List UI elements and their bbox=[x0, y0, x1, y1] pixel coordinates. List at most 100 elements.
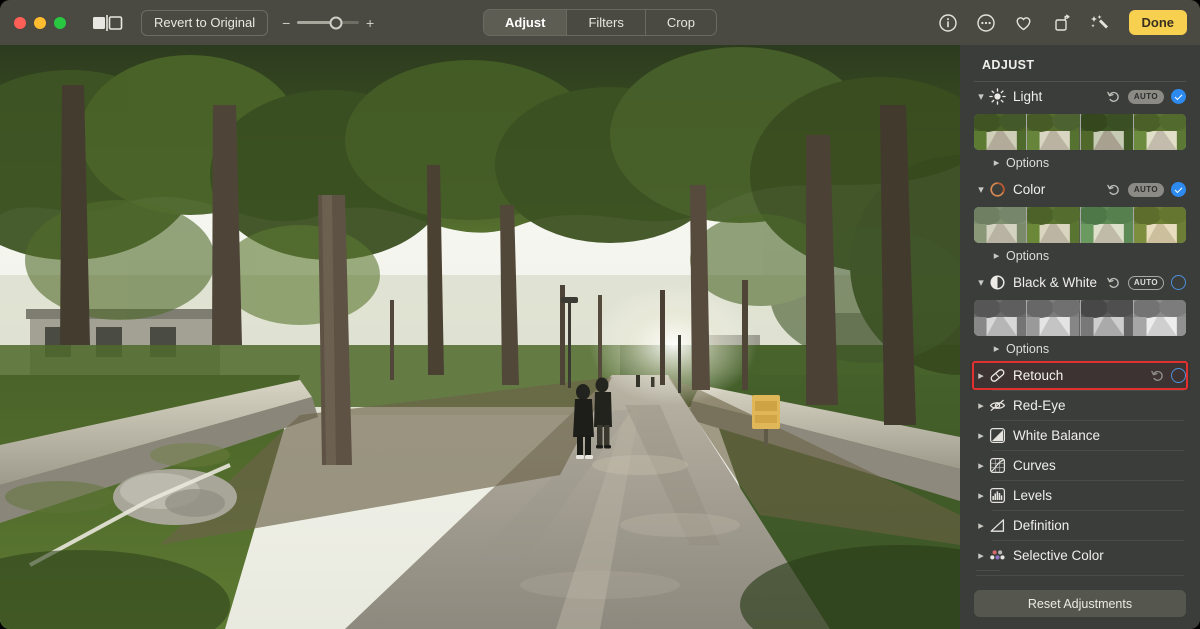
rotate-icon[interactable] bbox=[1051, 12, 1073, 34]
light-options-toggle[interactable]: ▸ Options bbox=[970, 150, 1190, 175]
adjust-section-red-eye[interactable]: ▸ Red-Eye bbox=[970, 391, 1190, 420]
section-enabled-checkbox[interactable] bbox=[1171, 89, 1186, 104]
section-enabled-checkbox[interactable] bbox=[1171, 182, 1186, 197]
adjust-section-black-and-white[interactable]: ▾ Black & White AUTO bbox=[970, 268, 1190, 297]
chevron-right-icon[interactable]: ▸ bbox=[990, 156, 1003, 169]
revert-icon[interactable] bbox=[1107, 90, 1121, 104]
auto-enhance-icon[interactable] bbox=[1089, 12, 1111, 34]
divider bbox=[976, 575, 1184, 576]
auto-button[interactable]: AUTO bbox=[1127, 275, 1164, 290]
adjust-section-label: Red-Eye bbox=[1013, 398, 1066, 413]
photo-canvas[interactable] bbox=[0, 45, 960, 629]
thumbnail-variant[interactable] bbox=[1078, 114, 1135, 150]
thumbnail-variant[interactable] bbox=[1131, 114, 1186, 150]
zoom-slider-track[interactable] bbox=[297, 16, 359, 29]
thumbnail-variant[interactable] bbox=[1025, 300, 1082, 336]
adjust-section-label: Black & White bbox=[1013, 275, 1098, 290]
tab-crop[interactable]: Crop bbox=[646, 10, 716, 35]
reset-adjustments-label: Reset Adjustments bbox=[1027, 596, 1133, 611]
chevron-right-icon[interactable]: ▸ bbox=[974, 399, 988, 412]
thumbnail-variant[interactable] bbox=[1131, 300, 1186, 336]
adjust-section-color[interactable]: ▾ Color AUTO bbox=[970, 175, 1190, 204]
adjust-section-definition[interactable]: ▸ Definition bbox=[970, 511, 1190, 540]
chevron-right-icon[interactable]: ▸ bbox=[990, 249, 1003, 262]
page-title: ADJUST bbox=[982, 58, 1035, 72]
section-enabled-checkbox[interactable] bbox=[1171, 368, 1186, 383]
chevron-right-icon[interactable]: ▸ bbox=[974, 369, 988, 382]
color-circle-icon bbox=[988, 180, 1007, 199]
options-label: Options bbox=[1006, 248, 1050, 263]
split-view-icon[interactable] bbox=[91, 13, 123, 33]
zoom-out-icon[interactable]: − bbox=[282, 16, 290, 30]
thumbnail-variant[interactable] bbox=[974, 114, 1029, 150]
chevron-right-icon[interactable]: ▸ bbox=[974, 429, 988, 442]
auto-button[interactable]: AUTO bbox=[1127, 89, 1164, 104]
reset-adjustments-button[interactable]: Reset Adjustments bbox=[974, 590, 1186, 617]
bandage-icon bbox=[988, 366, 1007, 385]
revert-icon[interactable] bbox=[1107, 276, 1121, 290]
chevron-right-icon[interactable]: ▸ bbox=[974, 549, 988, 562]
eye-slash-icon bbox=[988, 396, 1007, 415]
thumbnail-variant[interactable] bbox=[1078, 300, 1135, 336]
adjust-section-label: Light bbox=[1013, 89, 1043, 104]
chevron-right-icon[interactable]: ▸ bbox=[974, 459, 988, 472]
adjust-section-white-balance[interactable]: ▸ White Balance bbox=[970, 421, 1190, 450]
adjust-section-label: Selective Color bbox=[1013, 548, 1104, 563]
color-options-toggle[interactable]: ▸ Options bbox=[970, 243, 1190, 268]
adjust-section-curves[interactable]: ▸ Curves bbox=[970, 451, 1190, 480]
auto-button[interactable]: AUTO bbox=[1127, 182, 1164, 197]
minimize-window-button[interactable] bbox=[34, 16, 46, 29]
chevron-right-icon[interactable]: ▸ bbox=[974, 489, 988, 502]
levels-icon bbox=[988, 486, 1007, 505]
adjust-section-label: Levels bbox=[1013, 488, 1053, 503]
black-and-white-thumbnail-strip[interactable] bbox=[974, 300, 1186, 336]
thumbnail-variant[interactable] bbox=[1078, 207, 1135, 243]
info-icon[interactable] bbox=[937, 12, 959, 34]
sun-icon bbox=[988, 87, 1007, 106]
light-thumbnail-strip[interactable] bbox=[974, 114, 1186, 150]
done-button[interactable]: Done bbox=[1128, 10, 1187, 35]
zoom-window-button[interactable] bbox=[54, 16, 66, 29]
adjust-sidebar: ADJUST ▾ Light AUTO ▸ Options ▾ Color AU… bbox=[960, 45, 1200, 629]
zoom-slider[interactable]: − + bbox=[282, 16, 374, 30]
thumbnail-variant[interactable] bbox=[974, 207, 1029, 243]
chevron-down-icon[interactable]: ▾ bbox=[974, 183, 988, 196]
thumbnail-variant[interactable] bbox=[1131, 207, 1186, 243]
adjust-section-retouch[interactable]: ▸ Retouch bbox=[970, 361, 1190, 390]
toolbar-right-actions: Done bbox=[937, 10, 1187, 35]
revert-icon[interactable] bbox=[1107, 183, 1121, 197]
thumbnail-variant[interactable] bbox=[1025, 114, 1082, 150]
options-label: Options bbox=[1006, 341, 1050, 356]
thumbnail-variant[interactable] bbox=[1025, 207, 1082, 243]
revert-to-original-label: Revert to Original bbox=[154, 15, 256, 30]
chevron-down-icon[interactable]: ▾ bbox=[974, 90, 988, 103]
adjust-section-label: Definition bbox=[1013, 518, 1070, 533]
park-path-photo bbox=[0, 45, 960, 629]
revert-icon[interactable] bbox=[1150, 369, 1164, 383]
chevron-right-icon[interactable]: ▸ bbox=[990, 342, 1003, 355]
tab-adjust[interactable]: Adjust bbox=[483, 10, 568, 35]
chevron-down-icon[interactable]: ▾ bbox=[974, 276, 988, 289]
section-controls: AUTO bbox=[1107, 89, 1186, 104]
zoom-slider-knob[interactable] bbox=[329, 16, 343, 29]
tab-filters[interactable]: Filters bbox=[567, 10, 646, 35]
chevron-right-icon[interactable]: ▸ bbox=[974, 519, 988, 532]
revert-to-original-button[interactable]: Revert to Original bbox=[141, 9, 269, 36]
zoom-in-icon[interactable]: + bbox=[366, 16, 374, 30]
adjust-section-label: White Balance bbox=[1013, 428, 1101, 443]
more-options-icon[interactable] bbox=[975, 12, 997, 34]
color-thumbnail-strip[interactable] bbox=[974, 207, 1186, 243]
adjust-section-levels[interactable]: ▸ Levels bbox=[970, 481, 1190, 510]
definition-icon bbox=[988, 516, 1007, 535]
adjust-section-light[interactable]: ▾ Light AUTO bbox=[970, 82, 1190, 111]
section-enabled-checkbox[interactable] bbox=[1171, 275, 1186, 290]
close-window-button[interactable] bbox=[14, 16, 26, 29]
curves-icon bbox=[988, 456, 1007, 475]
thumbnail-variant[interactable] bbox=[974, 300, 1029, 336]
black-and-white-options-toggle[interactable]: ▸ Options bbox=[970, 336, 1190, 361]
done-label: Done bbox=[1141, 15, 1175, 30]
adjust-section-selective-color[interactable]: ▸ Selective Color bbox=[970, 541, 1190, 570]
section-controls: AUTO bbox=[1107, 182, 1186, 197]
selective-color-icon bbox=[988, 546, 1007, 565]
favorite-heart-icon[interactable] bbox=[1013, 12, 1035, 34]
